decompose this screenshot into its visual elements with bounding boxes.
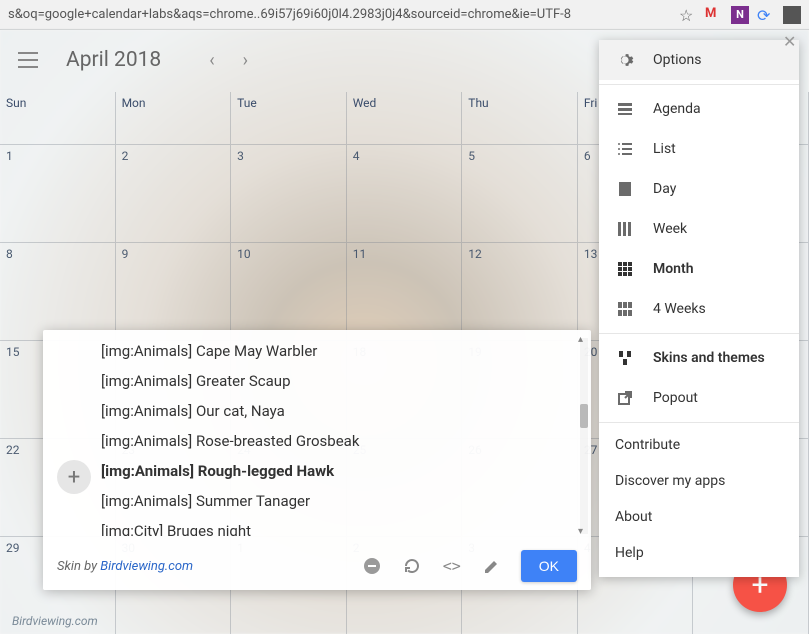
menu-item-agenda[interactable]: Agenda <box>599 89 799 129</box>
menu-item-label: Day <box>653 181 676 197</box>
menu-item-skins-and-themes[interactable]: Skins and themes <box>599 338 799 378</box>
menu-item-label: List <box>653 141 676 157</box>
menu-item-label: 4 Weeks <box>653 301 706 317</box>
ok-button[interactable]: OK <box>521 550 577 582</box>
calendar-header: April 2018 ‹ › <box>18 48 248 72</box>
day-header: Wed <box>347 92 463 144</box>
scrollbar[interactable]: ▴ ▾ <box>580 338 588 534</box>
calendar-cell[interactable]: 8 <box>0 242 116 340</box>
calendar-cell[interactable]: 9 <box>116 242 232 340</box>
menu-item-label: About <box>615 509 652 525</box>
skin-picker-dialog: + [img:Animals] Cape May Warbler[img:Ani… <box>43 330 591 590</box>
agenda-icon <box>615 99 635 119</box>
sync-icon[interactable]: ⟳ <box>757 6 775 24</box>
skin-list: [img:Animals] Cape May Warbler[img:Anima… <box>101 336 575 536</box>
menu-item-label: Skins and themes <box>653 350 765 366</box>
menu-item-4-weeks[interactable]: 4 Weeks <box>599 289 799 329</box>
day-header: Thu <box>462 92 578 144</box>
remove-icon[interactable] <box>361 555 383 577</box>
options-menu: ✕ OptionsAgendaListDayWeekMonth4 WeeksSk… <box>599 40 799 577</box>
menu-item-contribute[interactable]: Contribute <box>599 427 799 463</box>
menu-item-day[interactable]: Day <box>599 169 799 209</box>
menu-item-help[interactable]: Help <box>599 535 799 571</box>
menu-item-label: Month <box>653 261 694 277</box>
calendar-cell[interactable]: 1 <box>0 144 116 242</box>
day-icon <box>615 179 635 199</box>
menu-item-popout[interactable]: Popout <box>599 378 799 418</box>
address-bar: s&oq=google+calendar+labs&aqs=chrome..69… <box>0 0 809 30</box>
calendar-cell[interactable]: 3 <box>231 144 347 242</box>
extension-icon[interactable] <box>783 6 801 24</box>
menu-item-month[interactable]: Month <box>599 249 799 289</box>
add-button[interactable]: + <box>57 460 91 494</box>
refresh-icon[interactable] <box>401 555 423 577</box>
edit-icon[interactable] <box>481 555 503 577</box>
picker-footer: Skin by Birdviewing.com <> OK <box>43 542 591 590</box>
skin-by-link[interactable]: Birdviewing.com <box>100 559 193 574</box>
scroll-thumb[interactable] <box>580 404 588 428</box>
list-icon <box>615 139 635 159</box>
menu-item-week[interactable]: Week <box>599 209 799 249</box>
calendar-cell[interactable]: 11 <box>347 242 463 340</box>
scroll-track[interactable] <box>580 338 588 534</box>
menu-item-list[interactable]: List <box>599 129 799 169</box>
star-icon[interactable]: ☆ <box>679 6 697 24</box>
code-icon[interactable]: <> <box>441 555 463 577</box>
calendar-cell[interactable]: 4 <box>347 144 463 242</box>
menu-separator <box>599 84 799 85</box>
address-text: s&oq=google+calendar+labs&aqs=chrome..69… <box>8 7 679 22</box>
address-icons: ☆ M N ⟳ <box>679 6 801 24</box>
month-icon <box>615 259 635 279</box>
skins-icon <box>615 348 635 368</box>
weeks4-icon <box>615 299 635 319</box>
menu-item-about[interactable]: About <box>599 499 799 535</box>
skin-list-item[interactable]: [img:Animals] Rose-breasted Grosbeak <box>101 426 575 456</box>
next-month-icon[interactable]: › <box>243 50 248 71</box>
menu-item-label: Contribute <box>615 437 680 453</box>
calendar-title: April 2018 <box>66 48 161 72</box>
close-icon[interactable]: ✕ <box>783 32 803 52</box>
calendar-cell[interactable]: 10 <box>231 242 347 340</box>
menu-item-label: Agenda <box>653 101 701 117</box>
day-header: Tue <box>231 92 347 144</box>
popout-icon <box>615 388 635 408</box>
menu-item-options[interactable]: Options <box>599 40 799 80</box>
hamburger-icon[interactable] <box>18 52 38 68</box>
day-header: Mon <box>116 92 232 144</box>
menu-separator <box>599 333 799 334</box>
week-icon <box>615 219 635 239</box>
menu-separator <box>599 422 799 423</box>
skin-list-item[interactable]: [img:Animals] Summer Tanager <box>101 486 575 516</box>
scroll-down-icon[interactable]: ▾ <box>578 526 588 536</box>
menu-item-discover-my-apps[interactable]: Discover my apps <box>599 463 799 499</box>
skin-list-item[interactable]: [img:City] Bruges night <box>101 516 575 536</box>
prev-month-icon[interactable]: ‹ <box>209 50 214 71</box>
gmail-icon[interactable]: M <box>705 6 723 24</box>
menu-item-label: Week <box>653 221 687 237</box>
menu-item-label: Popout <box>653 390 698 406</box>
skin-by-label: Skin by Birdviewing.com <box>57 559 193 574</box>
skin-list-item[interactable]: [img:Animals] Greater Scaup <box>101 366 575 396</box>
calendar-cell[interactable]: 2 <box>116 144 232 242</box>
gear-icon <box>615 50 635 70</box>
menu-item-label: Options <box>653 52 701 68</box>
calendar-cell[interactable]: 12 <box>462 242 578 340</box>
skin-list-item[interactable]: [img:Animals] Cape May Warbler <box>101 336 575 366</box>
background-attribution: Birdviewing.com <box>12 614 98 628</box>
onenote-icon[interactable]: N <box>731 6 749 24</box>
skin-list-item[interactable]: [img:Animals] Rough-legged Hawk <box>101 456 575 486</box>
skin-list-item[interactable]: [img:Animals] Our cat, Naya <box>101 396 575 426</box>
day-header: Sun <box>0 92 116 144</box>
calendar-cell[interactable]: 5 <box>462 144 578 242</box>
menu-item-label: Help <box>615 545 644 561</box>
menu-item-label: Discover my apps <box>615 473 725 489</box>
